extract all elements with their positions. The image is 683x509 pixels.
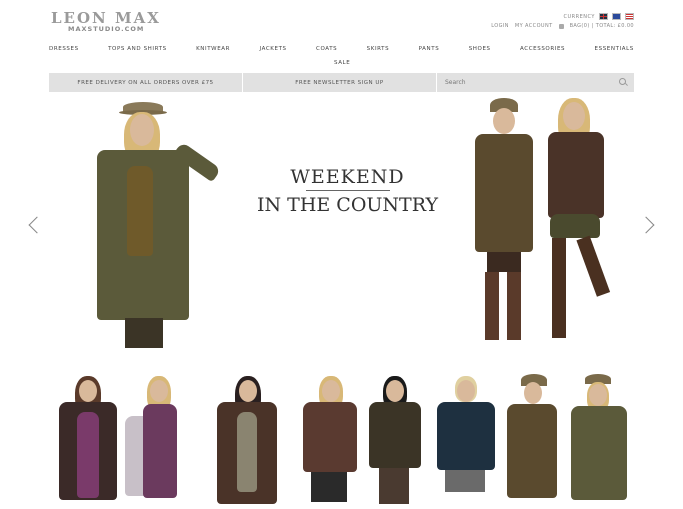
search-icon[interactable]	[619, 78, 626, 85]
hero-banner[interactable]: WEEKEND IN THE COUNTRY	[49, 96, 634, 348]
login-link[interactable]: LOGIN	[491, 23, 509, 29]
search-box	[437, 73, 634, 92]
bag-total[interactable]: BAG(0) | TOTAL: £0.00	[570, 23, 634, 29]
product-strip	[49, 372, 634, 509]
main-nav: DRESSES TOPS AND SHIRTS KNITWEAR JACKETS…	[49, 46, 634, 52]
hero-title-line1: WEEKEND	[290, 166, 405, 188]
free-delivery-banner[interactable]: FREE DELIVERY ON ALL ORDERS OVER £75	[49, 73, 243, 92]
gbp-flag-icon[interactable]	[599, 13, 608, 20]
usd-flag-icon[interactable]	[625, 13, 634, 20]
hero-title-rule	[305, 190, 390, 191]
nav-item-accessories[interactable]: ACCESSORIES	[520, 46, 565, 52]
nav-item-essentials[interactable]: ESSENTIALS	[595, 46, 634, 52]
nav-item-dresses[interactable]: DRESSES	[49, 46, 79, 52]
carousel-prev-icon[interactable]	[28, 216, 46, 234]
my-account-link[interactable]: MY ACCOUNT	[515, 23, 553, 29]
nav-item-tops-and-shirts[interactable]: TOPS AND SHIRTS	[108, 46, 167, 52]
search-input[interactable]	[443, 78, 607, 87]
nav-item-shoes[interactable]: SHOES	[469, 46, 491, 52]
hero-title: WEEKEND IN THE COUNTRY	[250, 166, 445, 216]
newsletter-signup-link[interactable]: FREE NEWSLETTER SIGN UP	[243, 73, 437, 92]
currency-label: CURRENCY	[563, 13, 595, 20]
nav-item-jackets[interactable]: JACKETS	[259, 46, 286, 52]
eur-flag-icon[interactable]	[612, 13, 621, 20]
currency-selector: CURRENCY	[564, 13, 634, 20]
nav-item-skirts[interactable]: SKIRTS	[367, 46, 390, 52]
brand-subtitle[interactable]: MAXSTUDIO.COM	[68, 25, 144, 33]
account-utilities: LOGIN MY ACCOUNT BAG(0) | TOTAL: £0.00	[491, 23, 634, 29]
hero-title-line2: IN THE COUNTRY	[256, 194, 438, 216]
nav-item-pants[interactable]: PANTS	[419, 46, 440, 52]
carousel-next-icon[interactable]	[637, 216, 655, 234]
nav-item-sale[interactable]: SALE	[334, 60, 350, 66]
info-bar: FREE DELIVERY ON ALL ORDERS OVER £75 FRE…	[49, 73, 634, 92]
nav-item-knitwear[interactable]: KNITWEAR	[196, 46, 230, 52]
bag-icon[interactable]	[558, 23, 564, 29]
nav-item-coats[interactable]: COATS	[316, 46, 337, 52]
